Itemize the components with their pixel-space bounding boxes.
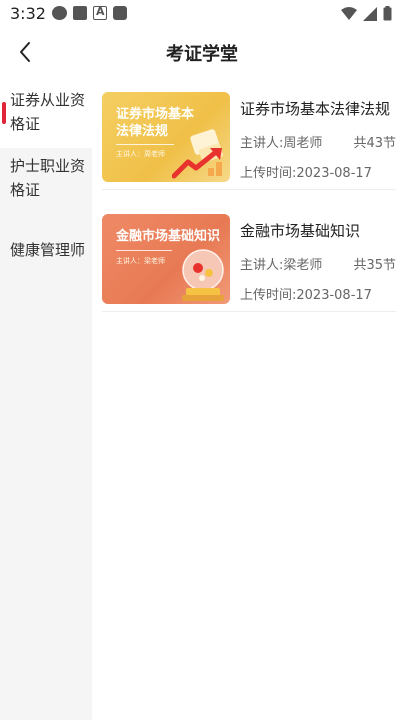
a-icon <box>93 5 107 20</box>
thumb-title-line: 金融市场基础知识 <box>116 229 221 244</box>
page-title: 考证学堂 <box>166 44 238 65</box>
lesson-count: 共43节 <box>353 136 396 151</box>
thumb-title: 金融市场基础知识 <box>116 228 224 245</box>
list-item[interactable]: 证券市场基本 法律法规 主讲人：周老师 证券市场基本法律法规 主讲人:周老师 共… <box>102 80 396 190</box>
lesson-count: 共35节 <box>353 258 396 273</box>
thumb-divider <box>116 144 174 145</box>
signal-icon <box>363 6 377 21</box>
status-bar: 3:32 <box>0 0 404 28</box>
app-header: 考证学堂 <box>0 28 404 76</box>
battery-icon <box>383 6 392 21</box>
thumb-divider <box>116 250 172 251</box>
sidebar-item-nurse[interactable]: 护士职业资 格证 <box>0 154 92 214</box>
course-title: 金融市场基础知识 <box>240 222 361 240</box>
course-lecturer: 主讲人:梁老师 <box>240 258 323 273</box>
course-thumbnail: 证券市场基本 法律法规 主讲人：周老师 <box>102 92 230 182</box>
crystal-ball-icon <box>182 249 224 301</box>
list-item[interactable]: 金融市场基础知识 主讲人：梁老师 金融市场基础知识 主讲人:梁老师 共35节 上… <box>102 202 396 312</box>
thumb-title-line: 证券市场基本 <box>116 107 195 122</box>
upload-date: 上传时间:2023-08-17 <box>240 288 372 303</box>
wifi-icon <box>341 6 357 20</box>
course-title: 证券市场基本法律法规 <box>240 100 391 118</box>
sidebar-item-label: 格证 <box>10 115 41 133</box>
active-indicator <box>2 102 6 124</box>
thumb-lecturer: 主讲人：周老师 <box>116 150 165 158</box>
square-icon <box>113 6 127 20</box>
sidebar-item-label: 格证 <box>10 181 41 199</box>
course-list: 证券市场基本 法律法规 主讲人：周老师 证券市场基本法律法规 主讲人:周老师 共… <box>92 80 404 720</box>
thumb-lecturer: 主讲人：梁老师 <box>116 257 165 265</box>
status-left-icons <box>52 5 127 20</box>
category-sidebar: 证券从业资 格证 护士职业资 格证 健康管理师 <box>0 80 92 720</box>
sidebar-item-health[interactable]: 健康管理师 <box>0 238 92 268</box>
image-icon <box>73 6 87 20</box>
sidebar-item-securities[interactable]: 证券从业资 格证 <box>0 80 92 148</box>
status-time: 3:32 <box>10 4 46 23</box>
sidebar-item-label: 证券从业资 <box>10 91 86 109</box>
sidebar-item-label: 健康管理师 <box>10 241 86 259</box>
sidebar-item-label: 护士职业资 <box>10 157 86 175</box>
course-thumbnail: 金融市场基础知识 主讲人：梁老师 <box>102 214 230 304</box>
settings-icon <box>52 6 67 20</box>
status-right-icons <box>341 6 392 21</box>
course-lecturer: 主讲人:周老师 <box>240 136 323 151</box>
document-arrow-icon <box>172 129 224 179</box>
upload-date: 上传时间:2023-08-17 <box>240 166 372 181</box>
